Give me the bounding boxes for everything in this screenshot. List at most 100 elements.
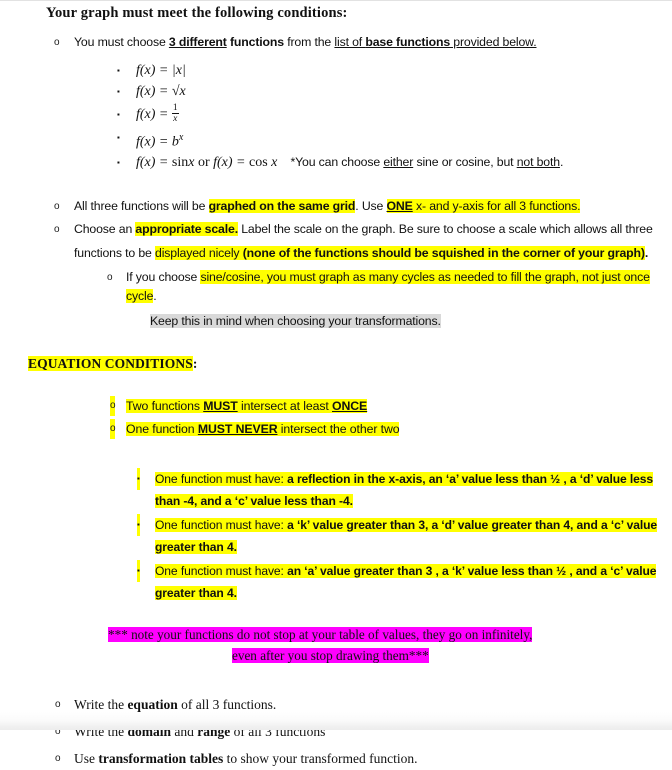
- circle-bullet-icon: o: [54, 223, 60, 235]
- never-intersect-part-1: MUST NEVER: [197, 422, 278, 437]
- write-equation-pre: Write the: [74, 697, 128, 713]
- scale-line2-tail: .: [644, 246, 649, 261]
- function-exponential-expression: f(x) = bx: [136, 127, 672, 153]
- requirement-k-bold-1: a ‘k’ value greater than 3, a ‘d’ value …: [287, 518, 658, 533]
- infinity-note: *** note your functions do not stop at y…: [0, 624, 672, 666]
- sine-cycles-line-1: If you choose sine/cosine, you must grap…: [126, 268, 672, 307]
- exponential-exponent: x: [178, 131, 184, 143]
- same-grid-highlight-tail: x- and y-axis for all 3 functions.: [412, 199, 581, 214]
- scale-line2-plain: functions to be: [74, 246, 156, 261]
- transformation-pre: Use: [74, 751, 99, 767]
- list-item-function-abs: ▪ f(x) = |x|: [0, 60, 672, 81]
- trig-or: or: [194, 155, 214, 171]
- list-item-requirement-a-value: ▪ One function must have: an ‘a’ value g…: [0, 560, 672, 604]
- requirement-k-line-2: greater than 4.: [155, 536, 672, 558]
- same-grid-highlight-bold: graphed on the same grid: [208, 199, 356, 214]
- appropriate-scale-line-1: Choose an appropriate scale. Label the s…: [74, 220, 672, 240]
- scale-plain-2: Label the scale on the graph. Be sure to…: [237, 221, 653, 236]
- transformation-post: to show your transformed function.: [223, 751, 418, 767]
- intersect-once-part-2: intersect at least: [237, 399, 333, 414]
- square-bullet-icon: ▪: [117, 65, 120, 75]
- fraction-denominator: x: [173, 114, 178, 125]
- trig-note-period: .: [559, 155, 564, 170]
- same-grid-one-emphasis: ONE: [386, 199, 413, 214]
- sin-label: sin: [171, 155, 189, 171]
- function-sqrt-expression: f(x) = √x: [136, 81, 672, 102]
- trig-note: *You can choose either sine or cosine, b…: [277, 155, 563, 169]
- square-bullet-icon: ▪: [117, 86, 120, 96]
- fraction-one-over-x: 1x: [171, 103, 179, 125]
- sine-cycles-line-2: Keep this in mind when choosing your tra…: [126, 312, 672, 332]
- list-item-transformation-tables: o Use transformation tables to show your…: [0, 748, 672, 770]
- requirement-a-bold-1: an ‘a’ value greater than 3 , a ‘k’ valu…: [287, 564, 657, 579]
- scale-line2-highlight-plain: displayed nicely: [155, 246, 243, 261]
- list-item-appropriate-scale: o Choose an appropriate scale. Label the…: [0, 220, 672, 264]
- sine-cycles-highlight: sine/cosine, you must graph as many cycl…: [126, 269, 650, 304]
- same-grid-plain-1: All three functions will be: [74, 199, 209, 214]
- infinity-note-line-2-wrap: even after you stop drawing them***: [0, 645, 672, 666]
- square-bullet-icon: ▪: [137, 560, 140, 583]
- requirement-reflection-line-1: One function must have: a reflection in …: [155, 468, 672, 490]
- transformation-tables-text: Use transformation tables to show your t…: [74, 748, 672, 770]
- fx-label-reciprocal: f(x) =: [136, 106, 169, 122]
- list-item-never-intersect: o One function MUST NEVER intersect the …: [0, 419, 672, 440]
- write-equation-bold: equation: [127, 697, 178, 713]
- write-equation-post: of all 3 functions.: [177, 697, 277, 713]
- function-trig-expression: f(x) = sinx or f(x) = cos x *You can cho…: [136, 152, 672, 173]
- square-bullet-icon: ▪: [137, 514, 140, 537]
- list-item-intersect-once: o Two functions MUST intersect at least …: [0, 396, 672, 417]
- sqrt-expression: √x: [171, 83, 186, 99]
- fx-label-sin: f(x) =: [136, 155, 169, 171]
- page-bottom-edge: [0, 712, 672, 730]
- requirement-a-line-1: One function must have: an ‘a’ value gre…: [155, 560, 672, 582]
- circle-bullet-icon: o: [110, 396, 116, 417]
- requirement-k-line-1: One function must have: a ‘k’ value grea…: [155, 514, 672, 536]
- choose-3-different: 3 different: [168, 35, 227, 49]
- choose-functions-word: functions: [226, 35, 284, 49]
- choose-list-of: list of: [334, 35, 366, 49]
- function-reciprocal-expression: f(x) = 1x: [136, 102, 672, 127]
- appropriate-scale-line-2: functions to be displayed nicely (none o…: [74, 244, 672, 264]
- intersect-once-part-0: Two functions: [126, 399, 204, 414]
- requirement-reflection-lead: One function must have:: [155, 472, 288, 487]
- fraction-numerator: 1: [171, 103, 179, 115]
- choose-provided-below: provided below.: [450, 35, 537, 49]
- requirement-a-lead: One function must have:: [155, 564, 288, 579]
- fx-label-exponential: f(x) =: [136, 134, 169, 150]
- intersect-once-part-3: ONCE: [332, 399, 368, 414]
- circle-bullet-icon: o: [54, 201, 60, 213]
- trig-note-either: either: [383, 155, 414, 170]
- fx-label-cos: f(x) =: [213, 155, 246, 171]
- list-item-requirement-reflection: ▪ One function must have: a reflection i…: [0, 468, 672, 512]
- square-bullet-icon: ▪: [117, 158, 120, 168]
- cos-label: cos: [248, 155, 268, 171]
- document-content: Your graph must meet the following condi…: [0, 1, 672, 770]
- circle-bullet-icon: o: [110, 419, 116, 440]
- requirement-k-lead: One function must have:: [155, 518, 288, 533]
- trig-note-not-both: not both: [516, 155, 560, 170]
- scale-plain-1: Choose an: [74, 221, 136, 236]
- transformation-bold: transformation tables: [98, 751, 224, 767]
- keep-in-mind-note: Keep this in mind when choosing your tra…: [150, 313, 441, 328]
- fx-label-abs: f(x) =: [136, 62, 169, 78]
- function-abs-expression: f(x) = |x|: [136, 60, 672, 81]
- square-bullet-icon: ▪: [117, 132, 120, 142]
- infinity-note-line-2: even after you stop drawing them***: [232, 648, 429, 664]
- list-item-same-grid: o All three functions will be graphed on…: [0, 197, 672, 217]
- equation-conditions-label: EQUATION CONDITIONS: [28, 356, 193, 372]
- choose-base-functions: base functions: [365, 35, 451, 49]
- page-title: Your graph must meet the following condi…: [46, 5, 348, 21]
- scale-highlight-bold: appropriate scale.: [135, 221, 238, 236]
- never-intersect-text: One function MUST NEVER intersect the ot…: [126, 419, 672, 439]
- intersect-once-part-1: MUST: [203, 399, 238, 414]
- never-intersect-part-0: One function: [126, 422, 198, 437]
- infinity-note-line-1-wrap: *** note your functions do not stop at y…: [0, 624, 672, 645]
- trig-note-lead: *You can choose: [290, 155, 384, 170]
- equation-conditions-colon: :: [192, 356, 198, 372]
- sine-cycles-plain: If you choose: [126, 269, 201, 284]
- exponential-base: b: [171, 134, 179, 150]
- requirement-a-line-2: greater than 4.: [155, 582, 672, 604]
- list-item-function-exponential: ▪ f(x) = bx: [0, 127, 672, 153]
- requirement-reflection-bold-1: a reflection in the x-axis, an ‘a’ value…: [287, 472, 654, 487]
- choose-functions-text: You must choose 3 different functions fr…: [74, 33, 672, 53]
